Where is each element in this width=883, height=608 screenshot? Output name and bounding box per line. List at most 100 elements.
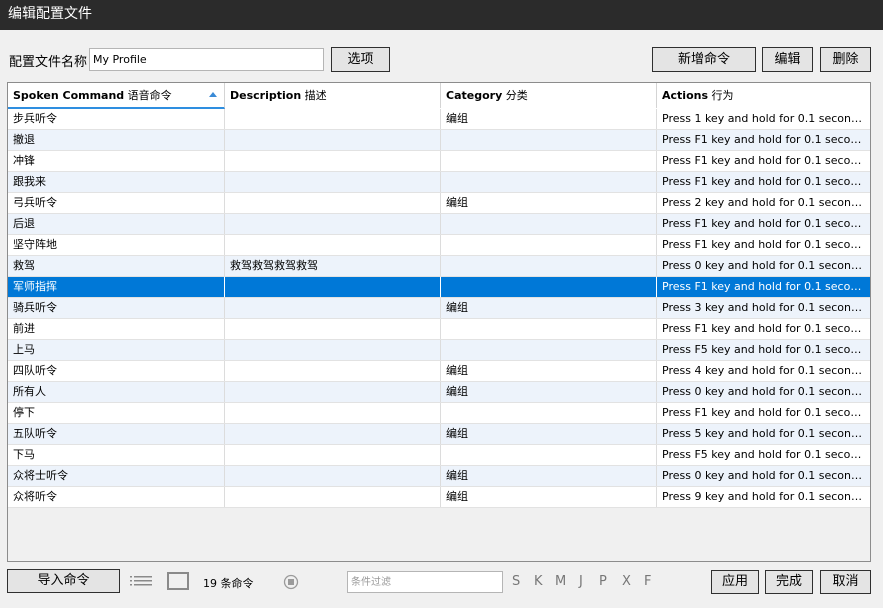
- table-row[interactable]: 前进 Press F1 key and hold for 0.1 seconds …: [8, 319, 870, 340]
- cell-spoken-command: 前进: [8, 319, 225, 339]
- done-button[interactable]: 完成: [765, 570, 813, 594]
- cancel-button[interactable]: 取消: [820, 570, 871, 594]
- cell-description: [225, 382, 441, 402]
- profile-name-input[interactable]: My Profile: [89, 48, 324, 71]
- apply-button[interactable]: 应用: [711, 570, 759, 594]
- filter-letter-x[interactable]: X: [622, 574, 631, 589]
- cell-actions: Press 0 key and hold for 0.1 seconds an.…: [662, 385, 870, 398]
- cell-description: [225, 298, 441, 318]
- table-row[interactable]: 上马 Press F5 key and hold for 0.1 seconds …: [8, 340, 870, 361]
- column-header-en: Description: [230, 89, 302, 102]
- cell-category: [441, 403, 657, 423]
- command-count: 19 条命令: [203, 577, 254, 590]
- column-header-en: Category: [446, 89, 503, 102]
- filter-letter-m[interactable]: M: [555, 574, 566, 589]
- single-view-icon[interactable]: [167, 572, 189, 590]
- cell-category: 编组: [441, 466, 657, 486]
- cell-spoken-command: 坚守阵地: [8, 235, 225, 255]
- table-row[interactable]: 下马 Press F5 key and hold for 0.1 seconds …: [8, 445, 870, 466]
- table-row[interactable]: 五队听令 编组 Press 5 key and hold for 0.1 secon…: [8, 424, 870, 445]
- column-header-en: Spoken Command: [13, 89, 125, 102]
- window-title: 编辑配置文件: [8, 6, 92, 22]
- table-row[interactable]: 停下 Press F1 key and hold for 0.1 seconds …: [8, 403, 870, 424]
- cell-category: 编组: [441, 424, 657, 444]
- filter-input[interactable]: 条件过滤: [347, 571, 503, 593]
- cell-actions: Press F1 key and hold for 0.1 seconds a.…: [662, 322, 870, 335]
- sort-ascending-icon: [209, 92, 217, 97]
- cell-category: 编组: [441, 487, 657, 507]
- cell-category: [441, 445, 657, 465]
- table-row[interactable]: 所有人 编组 Press 0 key and hold for 0.1 second…: [8, 382, 870, 403]
- column-header-description[interactable]: Description 描述: [225, 83, 441, 108]
- column-header-cn: 分类: [502, 89, 528, 102]
- filter-letter-j[interactable]: J: [579, 574, 583, 589]
- table-header: Spoken Command 语音命令 Description 描述 Categ…: [8, 83, 870, 110]
- command-table[interactable]: Spoken Command 语音命令 Description 描述 Categ…: [7, 82, 871, 562]
- window-title-bar: 编辑配置文件: [0, 0, 883, 30]
- cell-spoken-command: 军师指挥: [8, 277, 225, 297]
- table-row[interactable]: 救驾 救驾救驾救驾救驾 Press 0 key and hold for 0.1 s…: [8, 256, 870, 277]
- edit-button[interactable]: 编辑: [762, 47, 813, 72]
- table-row[interactable]: 骑兵听令 编组 Press 3 key and hold for 0.1 secon…: [8, 298, 870, 319]
- table-row[interactable]: 弓兵听令 编组 Press 2 key and hold for 0.1 secon…: [8, 193, 870, 214]
- cell-actions: Press F1 key and hold for 0.1 seconds a.…: [662, 133, 870, 146]
- cell-actions: Press F1 key and hold for 0.1 seconds a.…: [662, 154, 870, 167]
- cell-spoken-command: 下马: [8, 445, 225, 465]
- table-row[interactable]: 军师指挥 Press F1 key and hold for 0.1 second…: [8, 277, 870, 298]
- cell-spoken-command: 骑兵听令: [8, 298, 225, 318]
- filter-letter-s[interactable]: S: [512, 574, 520, 589]
- table-row[interactable]: 众将士听令 编组 Press 0 key and hold for 0.1 seco…: [8, 466, 870, 487]
- import-commands-button[interactable]: 导入命令: [7, 569, 120, 593]
- cell-description: [225, 340, 441, 360]
- cell-description: [225, 487, 441, 507]
- cell-actions: Press F5 key and hold for 0.1 seconds a.…: [662, 448, 870, 461]
- table-row[interactable]: 冲锋 Press F1 key and hold for 0.1 seconds …: [8, 151, 870, 172]
- column-header-category[interactable]: Category 分类: [441, 83, 657, 108]
- column-header-cn: 语音命令: [124, 89, 172, 102]
- cell-spoken-command: 撤退: [8, 130, 225, 150]
- cell-actions: Press F1 key and hold for 0.1 seconds a.…: [662, 280, 870, 293]
- table-row[interactable]: 撤退 Press F1 key and hold for 0.1 seconds …: [8, 130, 870, 151]
- new-command-button[interactable]: 新增命令: [652, 47, 756, 72]
- cell-description: [225, 172, 441, 192]
- cell-actions: Press 4 key and hold for 0.1 seconds an.…: [662, 364, 870, 377]
- cell-actions: Press F1 key and hold for 0.1 seconds a.…: [662, 238, 870, 251]
- cell-category: [441, 130, 657, 150]
- filter-letter-p[interactable]: P: [599, 574, 607, 589]
- cell-actions: Press 1 key and hold for 0.1 seconds an.…: [662, 112, 870, 125]
- cell-category: [441, 235, 657, 255]
- table-row[interactable]: 跟我来 Press F1 key and hold for 0.1 seconds…: [8, 172, 870, 193]
- filter-letter-f[interactable]: F: [644, 574, 651, 589]
- cell-spoken-command: 众将士听令: [8, 466, 225, 486]
- list-view-icon[interactable]: [130, 575, 152, 587]
- cell-spoken-command: 后退: [8, 214, 225, 234]
- cell-category: 编组: [441, 361, 657, 381]
- table-row[interactable]: 步兵听令 编组 Press 1 key and hold for 0.1 secon…: [8, 109, 870, 130]
- column-header-spoken-command[interactable]: Spoken Command 语音命令: [8, 83, 225, 109]
- cell-category: [441, 172, 657, 192]
- cell-spoken-command: 五队听令: [8, 424, 225, 444]
- cell-description: [225, 193, 441, 213]
- cell-spoken-command: 停下: [8, 403, 225, 423]
- column-header-en: Actions: [662, 89, 708, 102]
- cell-category: 编组: [441, 193, 657, 213]
- cell-category: [441, 214, 657, 234]
- cell-description: 救驾救驾救驾救驾: [225, 256, 441, 276]
- table-row[interactable]: 众将听令 编组 Press 9 key and hold for 0.1 secon…: [8, 487, 870, 508]
- cell-actions: Press 0 key and hold for 0.1 seconds an.…: [662, 259, 870, 272]
- cell-description: [225, 214, 441, 234]
- table-row[interactable]: 后退 Press F1 key and hold for 0.1 seconds …: [8, 214, 870, 235]
- cell-actions: Press 0 key and hold for 0.1 seconds an.…: [662, 469, 870, 482]
- options-button[interactable]: 选项: [331, 47, 390, 72]
- table-row[interactable]: 四队听令 编组 Press 4 key and hold for 0.1 secon…: [8, 361, 870, 382]
- stop-record-icon[interactable]: [283, 574, 299, 590]
- column-header-actions[interactable]: Actions 行为: [657, 83, 870, 108]
- delete-button[interactable]: 删除: [820, 47, 871, 72]
- table-row[interactable]: 坚守阵地 Press F1 key and hold for 0.1 second…: [8, 235, 870, 256]
- cell-category: [441, 277, 657, 297]
- cell-description: [225, 466, 441, 486]
- cell-actions: Press 5 key and hold for 0.1 seconds an.…: [662, 427, 870, 440]
- cell-actions: Press F1 key and hold for 0.1 seconds a.…: [662, 406, 870, 419]
- filter-letter-k[interactable]: K: [534, 574, 543, 589]
- cell-spoken-command: 四队听令: [8, 361, 225, 381]
